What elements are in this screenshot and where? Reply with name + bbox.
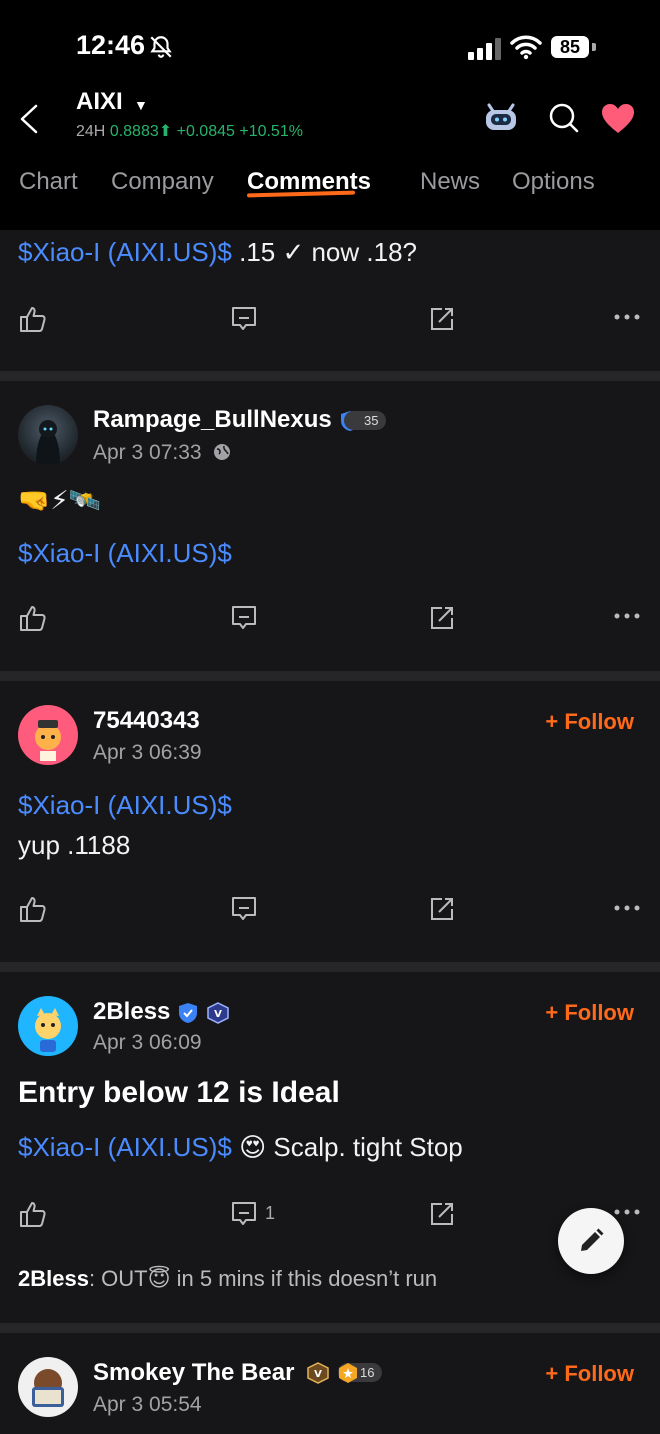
tab-chart[interactable]: Chart [19,168,78,196]
ticker-link[interactable]: $Xiao-I (AIXI.US)$ [18,790,232,820]
post-divider [0,962,660,972]
price-change: +0.0845 [176,123,235,140]
robot-icon[interactable] [483,101,519,131]
back-icon[interactable] [18,104,40,134]
star-hex-icon [339,1363,357,1383]
price-stats: 24H 0.8883⬆ +0.0845 +10.51% [76,121,303,141]
more-icon[interactable] [613,1208,641,1216]
battery-nub [592,43,596,51]
like-icon[interactable] [19,604,47,632]
avatar[interactable] [18,405,78,465]
compose-button[interactable] [558,1208,624,1274]
comment-icon[interactable] [230,604,258,632]
comment-icon[interactable] [230,305,258,333]
stock-ticker[interactable]: AIXI [76,88,123,116]
post-body: $Xiao-I (AIXI.US)$ [18,538,232,569]
post-date: Apr 3 06:39 [93,741,202,764]
reply-username[interactable]: 2Bless [18,1266,89,1291]
wifi-icon [510,35,542,60]
comment-icon[interactable] [230,1200,258,1228]
tab-news[interactable]: News [420,168,480,196]
post-text: 😍 Scalp. tight Stop [239,1132,463,1162]
chevron-down-icon[interactable]: ▼ [134,97,148,113]
search-icon[interactable] [548,102,580,134]
post-text: yup .1188 [18,830,131,860]
comment-count: 1 [265,1203,276,1223]
comment-icon[interactable] [230,895,258,923]
follow-button[interactable]: + Follow [545,709,634,735]
post-date: Apr 3 07:33 [93,441,202,464]
price-change-pct: +10.51% [239,123,303,140]
post-divider [0,671,660,681]
more-icon[interactable] [613,612,641,620]
username[interactable]: Rampage_BullNexus [93,406,332,434]
battery-indicator: 85 [551,36,589,58]
post-title: Entry below 12 is Ideal [18,1076,340,1109]
post-date: Apr 3 05:54 [93,1393,202,1416]
status-time: 12:46 [76,30,146,60]
avatar[interactable] [18,996,78,1056]
like-icon[interactable] [19,895,47,923]
post-text: .15 ✓ now .18? [239,237,417,267]
post-date: Apr 3 06:09 [93,1031,202,1054]
globe-icon [214,444,230,460]
edit-icon [581,1228,604,1251]
svg-text:V: V [314,1369,322,1380]
level-badge: 35 [344,411,387,430]
post-divider [0,371,660,381]
bell-off-icon [150,36,172,58]
more-icon[interactable] [613,313,641,321]
period-label: 24H [76,123,106,140]
tab-company[interactable]: Company [111,168,214,196]
share-icon[interactable] [428,604,456,632]
post-body: $Xiao-I (AIXI.US)$ 😍 Scalp. tight Stop [18,1132,463,1163]
vip-badge-icon: V [307,1362,329,1384]
vip-badge-icon: V [207,1002,229,1024]
username[interactable]: 75440343 [93,707,200,735]
reply-text: : OUT😇 in 5 mins if this doesn’t run [88,1266,438,1291]
share-icon[interactable] [428,305,456,333]
avatar[interactable] [18,1357,78,1417]
ticker-link[interactable]: $Xiao-I (AIXI.US)$ [18,1132,232,1162]
post-body: $Xiao-I (AIXI.US)$ [18,790,232,821]
ticker-link[interactable]: $Xiao-I (AIXI.US)$ [18,538,232,568]
username[interactable]: Smokey The Bear [93,1359,294,1387]
follow-button[interactable]: + Follow [545,1361,634,1387]
svg-text:V: V [214,1009,222,1020]
heart-icon[interactable] [600,103,636,135]
ticker-link[interactable]: $Xiao-I (AIXI.US)$ [18,237,232,267]
signal-icon [468,38,501,60]
verified-shield-icon [179,1003,197,1023]
post-divider [0,1323,660,1333]
like-icon[interactable] [19,305,47,333]
more-icon[interactable] [613,904,641,912]
comment-preview[interactable]: 2Bless: OUT😇 in 5 mins if this doesn’t r… [18,1266,437,1292]
price-value: 0.8883 [109,123,159,140]
share-icon[interactable] [428,1200,456,1228]
like-icon[interactable] [19,1200,47,1228]
follow-button[interactable]: + Follow [545,1000,634,1026]
share-icon[interactable] [428,895,456,923]
emoji-line: 🤜⚡🛰️ [18,485,102,515]
avatar[interactable] [18,705,78,765]
username[interactable]: 2Bless [93,998,170,1026]
post-body: $Xiao-I (AIXI.US)$ .15 ✓ now .18? [18,237,417,268]
up-arrow-icon: ⬆ [158,123,173,140]
tab-options[interactable]: Options [512,168,595,196]
tab-bar: Chart Company Comments News Options [0,160,660,216]
